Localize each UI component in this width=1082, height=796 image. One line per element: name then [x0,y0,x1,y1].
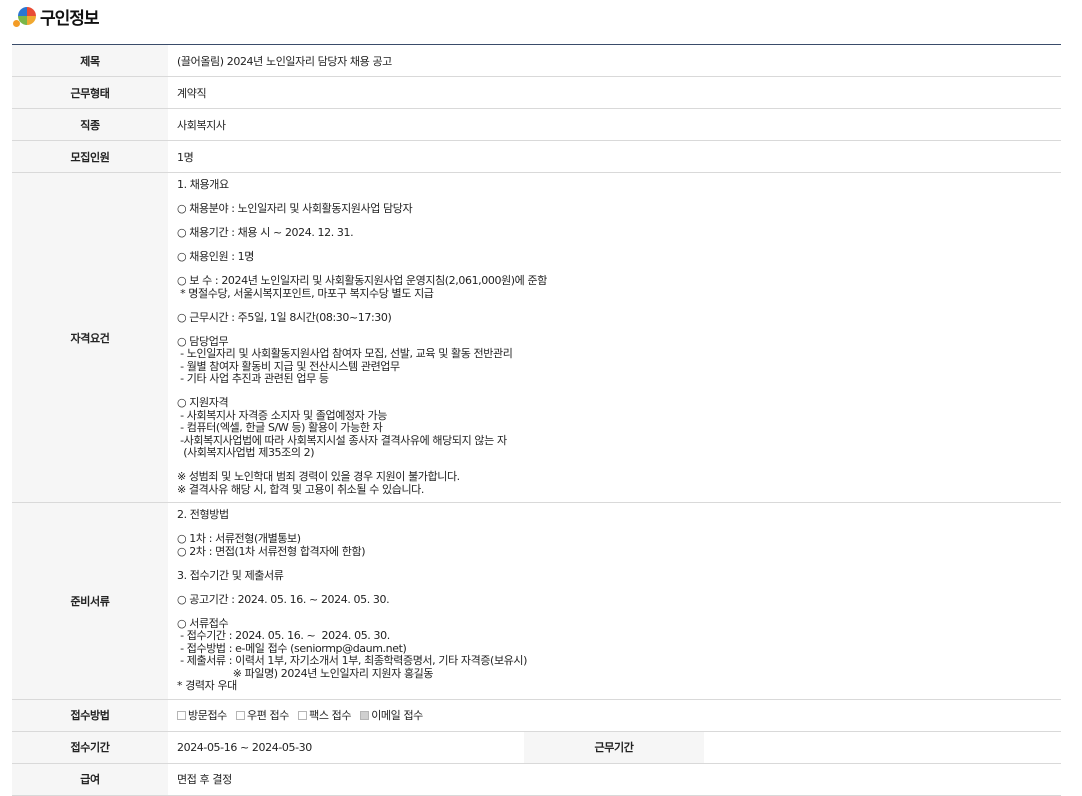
checkbox-mail [236,711,245,720]
text-line: ○ 공고기간 : 2024. 05. 16. ~ 2024. 05. 30. [177,592,390,606]
text-line: 3. 접수기간 및 제출서류 [177,568,284,582]
row-application-period: 접수기간 2024-05-16 ~ 2024-05-30 근무기간 [12,731,1061,764]
checkbox-email [360,711,370,720]
text-line: 1. 채용개요 [177,178,229,191]
row-qualifications: 자격요건 1. 채용개요 ○ 채용분야 : 노인일자리 및 사회활동지원사업 담당… [12,172,1061,503]
label-application-period: 접수기간 [12,731,168,764]
qualifications-text: 1. 채용개요 ○ 채용분야 : 노인일자리 및 사회활동지원사업 담당자 ○ 채용… [177,173,1061,502]
label-job-type: 직종 [12,108,168,141]
page-title: 구인정보 [40,8,100,29]
text-line: ○ 2차 : 면접(1차 서류전형 합격자에 한함) [177,544,366,558]
value-salary: 면접 후 결정 [168,763,1061,796]
text-line: * 명절수당, 서울시복지포인트, 마포구 복지수당 별도 지급 [177,286,434,300]
option-fax: 팩스 접수 [298,709,351,722]
label-application-method: 접수방법 [12,699,168,732]
text-line: - 컴퓨터(엑셀, 한글 S/W 등) 활용이 가능한 자 [177,421,383,434]
text-line: * 경력자 우대 [177,679,237,692]
documents-text: 2. 전형방법 ○ 1차 : 서류전형(개별통보) ○ 2차 : 면접(1차 서류전… [177,503,1061,699]
text-line: ※ 결격사유 해당 시, 합격 및 고용이 취소될 수 있습니다. [177,482,424,496]
text-line: ○ 지원자격 [177,396,229,409]
value-title: (끌어올림) 2024년 노인일자리 담당자 채용 공고 [168,45,1061,77]
text-line: ○ 보 수 : 2024년 노인일자리 및 사회활동지원사업 운영지침(2,06… [177,274,547,287]
value-job-type: 사회복지사 [168,108,1061,141]
value-application-period: 2024-05-16 ~ 2024-05-30 [168,731,524,764]
label-qualifications: 자격요건 [12,172,168,503]
row-application-method: 접수방법 방문접수 우편 접수 팩스 접수 이메일 접수 [12,699,1061,732]
job-info-table: 제목 (끌어올림) 2024년 노인일자리 담당자 채용 공고 근무형태 계약직… [12,45,1061,796]
checkbox-visit [177,711,186,720]
text-line: 2. 전형방법 [177,508,229,521]
label-documents: 준비서류 [12,502,168,700]
value-work-period [704,731,1061,764]
row-job-type: 직종 사회복지사 [12,108,1061,141]
row-documents: 준비서류 2. 전형방법 ○ 1차 : 서류전형(개별통보) ○ 2차 : 면접(1… [12,502,1061,700]
text-line: - 노인일자리 및 사회활동지원사업 참여자 모집, 선발, 교육 및 활동 전… [177,347,513,360]
text-line: ○ 채용분야 : 노인일자리 및 사회활동지원사업 담당자 [177,202,413,215]
label-headcount: 모집인원 [12,140,168,173]
row-salary: 급여 면접 후 결정 [12,763,1061,796]
label-title: 제목 [12,45,168,77]
text-line: (사회복지사업법 제35조의 2) [177,446,315,459]
text-line: ※ 파일명) 2024년 노인일자리 지원자 홍길동 [177,666,434,680]
label-employment-type: 근무형태 [12,76,168,109]
row-employment-type: 근무형태 계약직 [12,76,1061,109]
row-headcount: 모집인원 1명 [12,140,1061,173]
text-line: ○ 1차 : 서류전형(개별통보) [177,532,301,545]
text-line: - 기타 사업 추진과 관련된 업무 등 [177,372,329,385]
option-mail: 우편 접수 [236,709,289,722]
page-header: 구인정보 [12,2,100,30]
text-line: ○ 채용기간 : 채용 시 ~ 2024. 12. 31. [177,226,354,239]
option-email: 이메일 접수 [360,709,423,722]
value-qualifications: 1. 채용개요 ○ 채용분야 : 노인일자리 및 사회활동지원사업 담당자 ○ 채용… [168,172,1061,503]
option-visit: 방문접수 [177,709,227,722]
text-line: ※ 성범죄 및 노인학대 범죄 경력이 있을 경우 지원이 불가합니다. [177,470,460,483]
value-documents: 2. 전형방법 ○ 1차 : 서류전형(개별통보) ○ 2차 : 면접(1차 서류전… [168,502,1061,700]
value-employment-type: 계약직 [168,76,1061,109]
label-salary: 급여 [12,763,168,796]
text-line: - 제출서류 : 이력서 1부, 자기소개서 1부, 최종학력증명서, 기타 자… [177,654,527,667]
row-title: 제목 (끌어올림) 2024년 노인일자리 담당자 채용 공고 [12,45,1061,77]
text-line: ○ 근무시간 : 주5일, 1일 8시간(08:30~17:30) [177,310,392,324]
text-line: ○ 채용인원 : 1명 [177,250,254,263]
value-headcount: 1명 [168,140,1061,173]
checkbox-fax [298,711,308,720]
value-application-method: 방문접수 우편 접수 팩스 접수 이메일 접수 [168,699,1061,732]
label-work-period: 근무기간 [524,731,704,764]
text-line: - 접수기간 : 2024. 05. 16. ~ 2024. 05. 30. [177,629,390,642]
colorful-circle-logo-icon [12,3,38,29]
